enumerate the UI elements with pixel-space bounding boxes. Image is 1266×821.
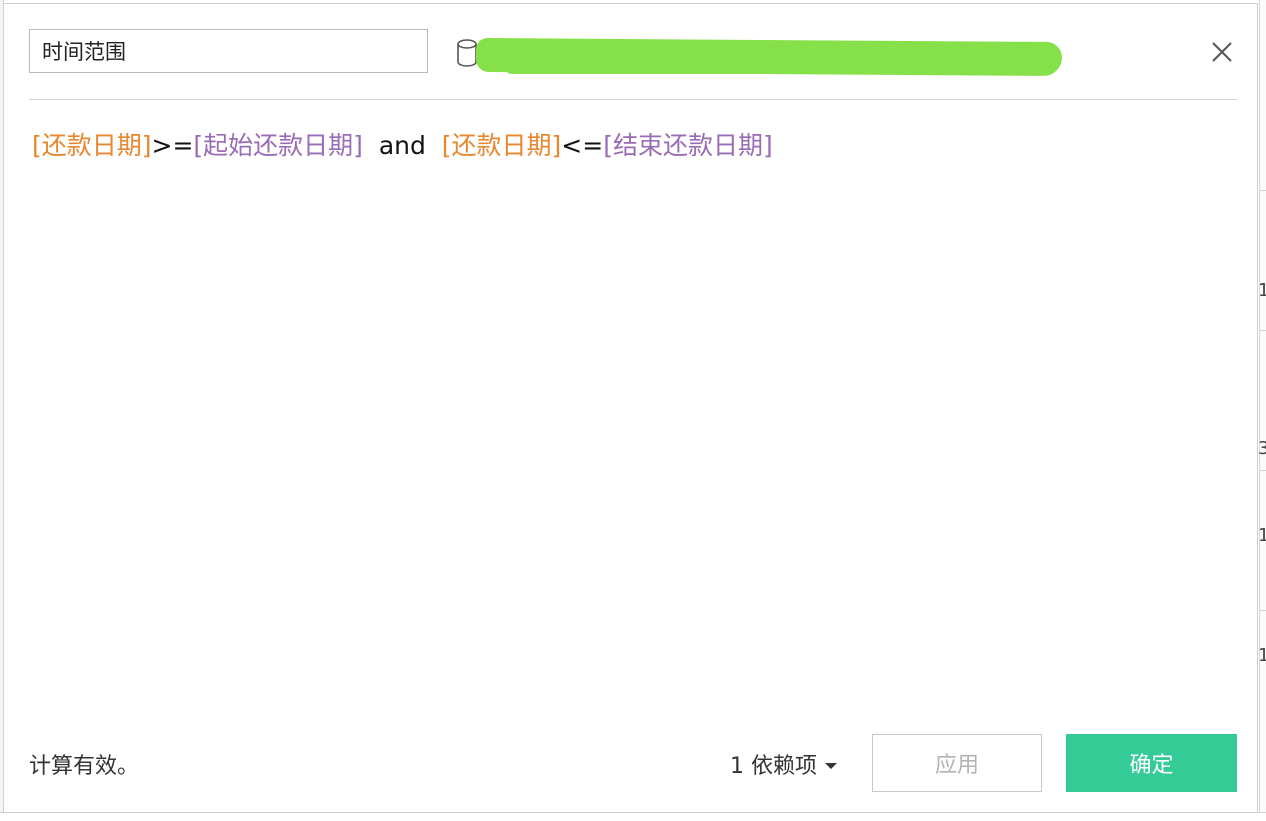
background-cell: 1 bbox=[1258, 525, 1266, 546]
formula-editor[interactable]: [还款日期]>=[起始还款日期] and [还款日期]<=[结束还款日期] bbox=[32, 126, 1232, 686]
apply-button[interactable]: 应用 bbox=[872, 734, 1042, 792]
background-cell: 1 bbox=[1258, 645, 1266, 666]
formula-token-field: [还款日期] bbox=[32, 131, 152, 160]
formula-token-param: [结束还款日期] bbox=[603, 131, 773, 160]
formula-token-op: <= bbox=[561, 131, 604, 160]
background-row-divider bbox=[1260, 470, 1266, 471]
validation-status: 计算有效。 bbox=[29, 754, 140, 779]
background-row-divider bbox=[1260, 190, 1266, 191]
formula-token-field: [还款日期] bbox=[441, 131, 562, 160]
redaction-scribble bbox=[504, 58, 984, 74]
background-row-divider bbox=[1260, 610, 1266, 611]
datasource-cylinder-icon bbox=[457, 39, 477, 67]
close-icon[interactable] bbox=[1210, 40, 1234, 64]
header-divider bbox=[29, 99, 1237, 100]
background-row-divider bbox=[1260, 330, 1266, 331]
formula-token-kw: and bbox=[362, 131, 442, 160]
chevron-down-icon bbox=[825, 762, 837, 769]
background-cell: 1 bbox=[1258, 280, 1266, 301]
calculation-editor-dialog: _ [还款日期]>=[起始还款日期] and [还款日期]<=[结束还款日期] … bbox=[3, 3, 1258, 813]
background-cell: 3 bbox=[1258, 438, 1266, 459]
ok-button[interactable]: 确定 bbox=[1066, 734, 1237, 792]
formula-token-param: [起始还款日期] bbox=[193, 131, 363, 160]
dependencies-label: 1 依赖项 bbox=[730, 754, 817, 779]
dependencies-dropdown[interactable]: 1 依赖项 bbox=[730, 748, 837, 780]
formula-token-op: >= bbox=[151, 131, 194, 160]
background-panel-right bbox=[1259, 0, 1266, 820]
calculation-name-input[interactable] bbox=[29, 29, 428, 73]
